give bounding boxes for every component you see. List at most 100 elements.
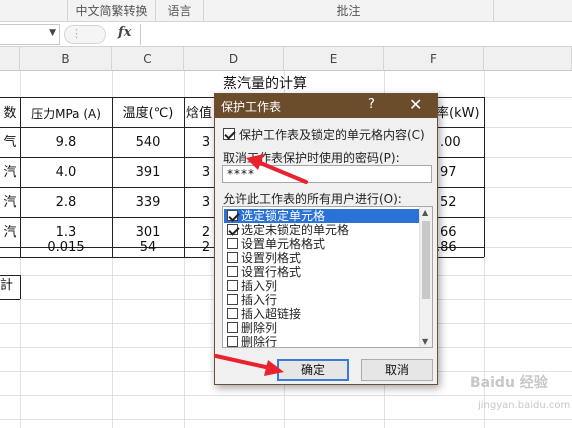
- table-cell[interactable]: 97: [440, 158, 484, 188]
- close-icon[interactable]: ✕: [409, 95, 422, 114]
- table-cell[interactable]: 4.0: [20, 158, 112, 188]
- permission-label: 设置单元格格式: [241, 237, 326, 251]
- table-cell[interactable]: 54: [112, 233, 184, 263]
- permission-item[interactable]: 删除列: [224, 321, 420, 335]
- watermark-brand: Baidu 经验: [470, 375, 548, 391]
- table-cell[interactable]: 3: [200, 188, 212, 218]
- permission-checkbox[interactable]: [227, 322, 238, 333]
- permission-item[interactable]: 设置列格式: [224, 251, 420, 265]
- table-cell[interactable]: [0, 242, 20, 260]
- formula-bar-controls: ⋮: [64, 25, 106, 44]
- help-icon[interactable]: ?: [368, 97, 375, 112]
- header-cell-a[interactable]: 数: [0, 99, 20, 129]
- chevron-down-icon[interactable]: ▼: [49, 28, 56, 38]
- column-header-g[interactable]: [484, 47, 572, 71]
- permissions-list[interactable]: 选定锁定单元格 选定未锁定的单元格 设置单元格格式 设置列格式 设置行格式 插入…: [222, 206, 433, 348]
- protect-contents-label: 保护工作表及锁定的单元格内容(C): [239, 128, 425, 142]
- table-cell[interactable]: 3: [200, 158, 212, 188]
- annotation-arrow-password: [246, 154, 308, 184]
- protect-contents-checkbox-row[interactable]: 保护工作表及锁定的单元格内容(C): [223, 126, 435, 142]
- more-icon[interactable]: ⋮: [71, 27, 82, 40]
- table-cell[interactable]: .86: [436, 233, 484, 263]
- permissions-scrollbar[interactable]: ▲ ▼: [419, 207, 432, 347]
- table-cell[interactable]: 气: [0, 128, 20, 158]
- permission-label: 选定未锁定的单元格: [241, 223, 350, 237]
- column-header-c[interactable]: C: [112, 47, 184, 71]
- permission-label: 删除行: [241, 335, 278, 348]
- table-cell[interactable]: 汽: [0, 188, 20, 218]
- permission-item[interactable]: 删除行: [224, 335, 420, 348]
- protect-sheet-dialog: 保护工作表 ? ✕ 保护工作表及锁定的单元格内容(C) 取消工作表保护时使用的密…: [214, 93, 438, 385]
- scroll-down-icon[interactable]: ▼: [422, 337, 428, 346]
- header-cell-power[interactable]: 率(kW): [436, 99, 484, 129]
- annotation-arrow-ok: [214, 354, 284, 376]
- permission-checkbox[interactable]: [227, 252, 238, 263]
- permission-checkbox[interactable]: [227, 336, 238, 347]
- permission-checkbox[interactable]: [227, 224, 238, 235]
- permission-checkbox[interactable]: [227, 308, 238, 319]
- table-cell[interactable]: 540: [112, 128, 184, 158]
- name-box[interactable]: ▼: [0, 24, 60, 45]
- table-cell[interactable]: 3: [200, 128, 212, 158]
- table-border: [0, 299, 20, 300]
- permission-item[interactable]: 插入行: [224, 293, 420, 307]
- table-border: [184, 97, 185, 257]
- column-headers: B C D E F: [0, 47, 572, 71]
- header-cell-pressure[interactable]: 压力MPa (A): [20, 99, 112, 129]
- table-cell[interactable]: 52: [440, 188, 484, 218]
- cancel-button[interactable]: 取消: [361, 359, 433, 381]
- permission-item[interactable]: 选定锁定单元格: [224, 209, 420, 223]
- scrollbar-thumb[interactable]: [422, 221, 430, 299]
- permission-label: 设置列格式: [241, 251, 302, 265]
- header-cell-enthalpy[interactable]: 焓值: [186, 99, 216, 129]
- permission-label: 选定锁定单元格: [241, 209, 326, 223]
- permission-item[interactable]: 选定未锁定的单元格: [224, 223, 420, 237]
- ribbon-group-labels: 中文简繁转换 语言 批注: [0, 0, 572, 22]
- column-header-b[interactable]: B: [20, 47, 112, 71]
- table-border: [484, 97, 485, 257]
- column-header-a[interactable]: [0, 47, 20, 71]
- baidu-watermark: Baidu 经验 jingyan.baidu.com: [470, 372, 570, 422]
- permission-checkbox[interactable]: [227, 280, 238, 291]
- ribbon-group-language: 语言: [156, 0, 204, 22]
- permission-item[interactable]: 设置行格式: [224, 265, 420, 279]
- permission-checkbox[interactable]: [227, 238, 238, 249]
- column-header-d[interactable]: D: [184, 47, 284, 71]
- scroll-up-icon[interactable]: ▲: [422, 208, 428, 217]
- table-cell[interactable]: 391: [112, 158, 184, 188]
- ribbon-group-comments: 批注: [204, 0, 494, 22]
- permission-label: 设置行格式: [241, 265, 302, 279]
- permission-checkbox[interactable]: [227, 266, 238, 277]
- permission-label: 插入列: [241, 279, 278, 293]
- table-cell[interactable]: 汽: [0, 158, 20, 188]
- formula-input[interactable]: [140, 24, 572, 45]
- excel-window: 中文简繁转换 语言 批注 ▼ ⋮ fx B C D E F 蒸汽量的计算 数 压…: [0, 0, 572, 428]
- fx-icon[interactable]: fx: [118, 25, 131, 40]
- ribbon-group-spacer: [0, 0, 68, 22]
- permission-item[interactable]: 插入超链接: [224, 307, 420, 321]
- permission-label: 插入行: [241, 293, 278, 307]
- table-cell[interactable]: 2.8: [20, 188, 112, 218]
- permission-item[interactable]: 插入列: [224, 279, 420, 293]
- permission-checkbox[interactable]: [227, 294, 238, 305]
- permission-label: 插入超链接: [241, 307, 302, 321]
- table-cell[interactable]: 計: [0, 273, 20, 299]
- permission-checkbox[interactable]: [227, 210, 238, 221]
- permission-label: 删除列: [241, 321, 278, 335]
- allow-users-label: 允许此工作表的所有用户进行(O):: [223, 192, 402, 206]
- watermark-url: jingyan.baidu.com: [478, 400, 571, 411]
- table-cell[interactable]: 339: [112, 188, 184, 218]
- table-cell[interactable]: .00: [440, 128, 484, 158]
- protect-contents-checkbox[interactable]: [223, 128, 235, 140]
- header-cell-temperature[interactable]: 温度(℃): [112, 99, 184, 129]
- permission-item[interactable]: 设置单元格格式: [224, 237, 420, 251]
- table-cell[interactable]: 9.8: [20, 128, 112, 158]
- ribbon-group-chinese-conversion: 中文简繁转换: [68, 0, 156, 22]
- column-header-f[interactable]: F: [384, 47, 484, 71]
- table-cell[interactable]: 2: [200, 233, 212, 263]
- column-header-e[interactable]: E: [284, 47, 384, 71]
- formula-bar: ▼ ⋮ fx: [0, 22, 572, 47]
- table-border: [20, 275, 21, 299]
- dialog-titlebar[interactable]: 保护工作表 ? ✕: [215, 94, 437, 118]
- table-cell[interactable]: 0.015: [20, 233, 112, 263]
